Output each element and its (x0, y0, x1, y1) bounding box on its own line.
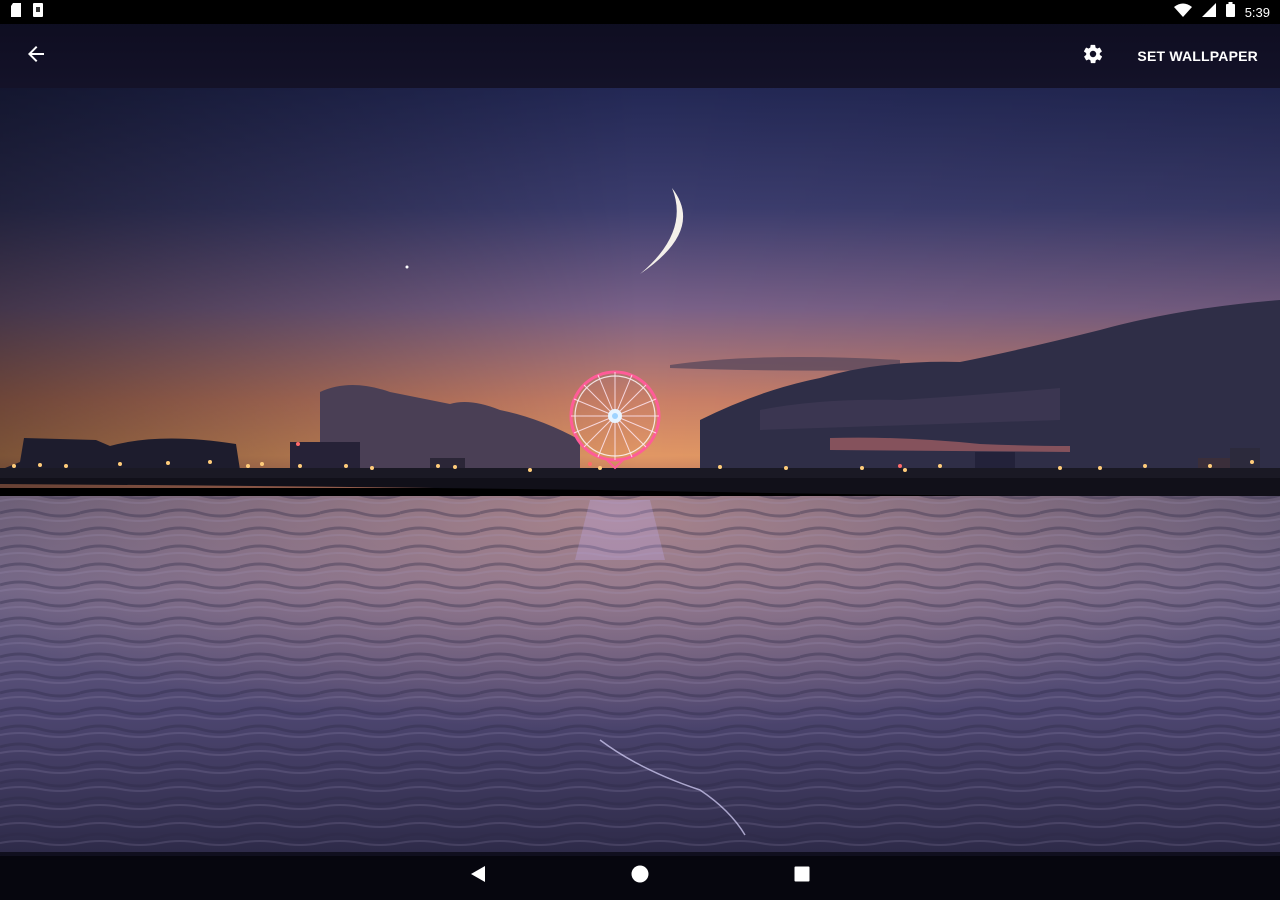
signal-icon (1201, 2, 1216, 22)
nav-home-icon (631, 865, 649, 888)
clock: 5:39 (1244, 4, 1270, 20)
notification-icon (32, 2, 44, 22)
nav-home-button[interactable] (559, 852, 721, 900)
back-button[interactable] (16, 36, 56, 76)
wallpaper-image (0, 0, 1280, 900)
nav-back-icon (470, 865, 486, 888)
app-bar: SET WALLPAPER (0, 24, 1280, 88)
gear-icon (1082, 43, 1104, 70)
battery-icon (1225, 2, 1235, 22)
wifi-icon (1173, 3, 1192, 22)
navigation-bar (0, 852, 1280, 900)
nav-back-button[interactable] (397, 852, 559, 900)
sd-card-icon (10, 2, 22, 22)
nav-recents-icon (794, 866, 810, 887)
wallpaper-preview-screen: 5:39 SET WALLPAPER (0, 0, 1280, 900)
settings-button[interactable] (1073, 36, 1113, 76)
nav-recents-button[interactable] (721, 852, 883, 900)
status-bar: 5:39 (0, 0, 1280, 24)
set-wallpaper-button[interactable]: SET WALLPAPER (1127, 38, 1268, 74)
arrow-back-icon (26, 44, 46, 69)
